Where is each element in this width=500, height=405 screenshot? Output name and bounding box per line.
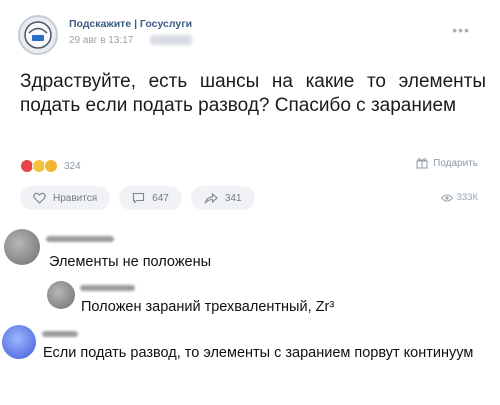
commenter-avatar[interactable]	[47, 281, 75, 309]
post-text: Здраствуйте, есть шансы на какие то элем…	[20, 71, 486, 116]
reactions-summary[interactable]: 324	[20, 158, 81, 174]
commenter-name[interactable]	[42, 331, 78, 337]
comment-text: Если подать развод, то элементы с зарани…	[43, 345, 474, 361]
reaction-wow-icon	[44, 159, 58, 173]
reactions-count: 324	[64, 160, 81, 172]
like-button[interactable]: Нравится	[20, 186, 111, 210]
eye-icon	[440, 194, 453, 201]
commenter-name[interactable]	[46, 236, 114, 242]
comment-text: Положен зараний трехвалентный, Zr³	[81, 299, 335, 315]
heart-icon	[33, 192, 46, 204]
shares-count: 341	[224, 192, 242, 204]
community-logo-icon	[24, 21, 52, 49]
comments-count: 647	[152, 192, 169, 204]
like-label: Нравится	[53, 192, 98, 204]
community-avatar[interactable]	[18, 15, 58, 55]
share-button[interactable]: 341	[190, 186, 255, 210]
comment-icon	[133, 192, 145, 204]
commenter-avatar[interactable]	[2, 325, 36, 359]
more-icon[interactable]: •••	[452, 22, 470, 38]
comment-button[interactable]: 647	[119, 186, 182, 210]
post-author[interactable]: Подскажите | Госуслуги	[69, 18, 192, 30]
views-counter: 333К	[440, 192, 478, 203]
gift-label: Подарить	[433, 157, 478, 169]
blurred-region	[150, 35, 192, 45]
post-card: Подскажите | Госуслуги 29 авг в 13:17 ••…	[0, 0, 500, 217]
share-icon	[204, 192, 218, 204]
gift-button[interactable]: Подарить	[416, 157, 478, 169]
post-date: 29 авг в 13:17	[69, 35, 134, 46]
commenter-avatar[interactable]	[4, 229, 40, 265]
comment-text: Элементы не положены	[49, 254, 212, 270]
views-count: 333К	[456, 192, 478, 203]
comments-section: Элементы не положены Положен зараний тре…	[0, 217, 500, 405]
gift-icon	[416, 158, 428, 169]
commenter-name[interactable]	[80, 285, 135, 291]
post-actions: Нравится 647 341	[20, 186, 255, 210]
